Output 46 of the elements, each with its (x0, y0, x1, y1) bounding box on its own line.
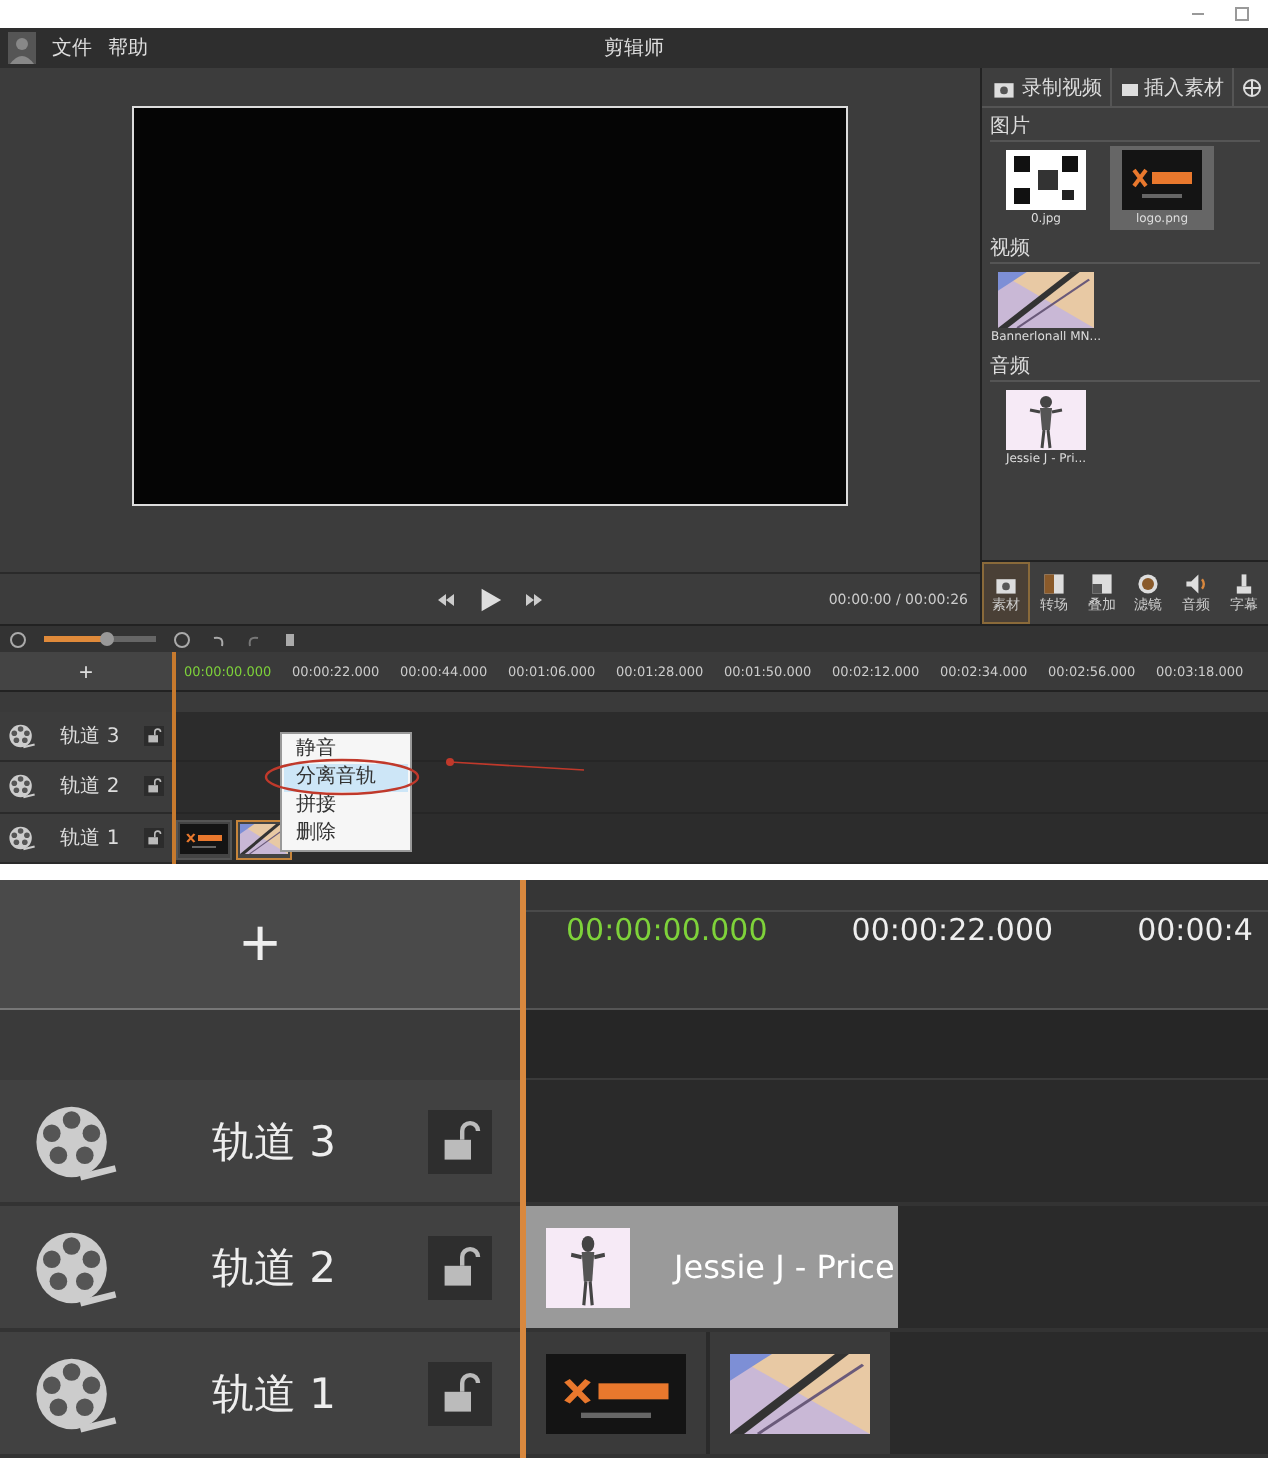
delete-icon[interactable] (280, 629, 300, 649)
play-icon[interactable] (476, 585, 504, 613)
menu-item[interactable]: 帮助 (108, 34, 148, 62)
unlock-icon[interactable] (146, 728, 162, 745)
panel-tab[interactable]: 录制视频 (982, 68, 1112, 106)
timeline-clip[interactable] (710, 1332, 894, 1454)
menu-item[interactable]: 拼接 (284, 792, 408, 820)
unlock-icon[interactable] (146, 778, 162, 795)
menu-item[interactable]: 文件 (52, 34, 92, 62)
section-heading: 视频 (990, 234, 1260, 264)
menu-item[interactable]: 分离音轨 (284, 764, 408, 792)
timeline-clip[interactable] (176, 819, 232, 860)
film-reel-icon (8, 772, 36, 801)
ruler-label: 00:00:4 (1137, 912, 1253, 948)
ruler-label: 00:00:22.000 (851, 912, 1054, 948)
zoom-out-icon[interactable] (8, 629, 28, 649)
current-time: 00:00:00.000 (566, 912, 768, 948)
globe-icon (1242, 77, 1262, 97)
track-name: 轨道 1 (58, 825, 122, 852)
track-name: 轨道 2 (209, 1241, 339, 1295)
speaker-icon (1182, 571, 1211, 595)
menu-item[interactable]: 删除 (284, 820, 408, 848)
fast-forward-icon[interactable] (524, 589, 544, 609)
add-track-button[interactable]: + (0, 652, 172, 692)
track-name: 轨道 3 (209, 1115, 339, 1169)
window-title: 剪辑师 (604, 35, 664, 62)
maximize-icon[interactable] (1232, 4, 1252, 24)
menu-item[interactable]: 静音 (284, 736, 408, 764)
panel-tab[interactable]: 插入素材 (1112, 68, 1234, 106)
filter-icon (1134, 571, 1163, 595)
zoom-in-icon[interactable] (172, 629, 192, 649)
film-reel-icon (8, 823, 36, 852)
track-name: 轨道 3 (58, 723, 122, 751)
rewind-icon[interactable] (436, 589, 456, 609)
track-name: 轨道 2 (58, 773, 122, 801)
unlock-icon[interactable] (146, 829, 162, 846)
film-reel-icon (8, 722, 36, 751)
overlay-icon (1087, 571, 1116, 595)
transition-icon (1039, 571, 1068, 595)
section-heading: 音频 (990, 352, 1260, 382)
timeline-clip[interactable] (526, 1332, 710, 1454)
zoom-slider[interactable] (44, 636, 156, 642)
add-track-button[interactable]: + (0, 880, 520, 1010)
track-name: 轨道 1 (209, 1367, 339, 1421)
annotation-line (444, 756, 588, 774)
section-heading: 图片 (990, 112, 1260, 142)
